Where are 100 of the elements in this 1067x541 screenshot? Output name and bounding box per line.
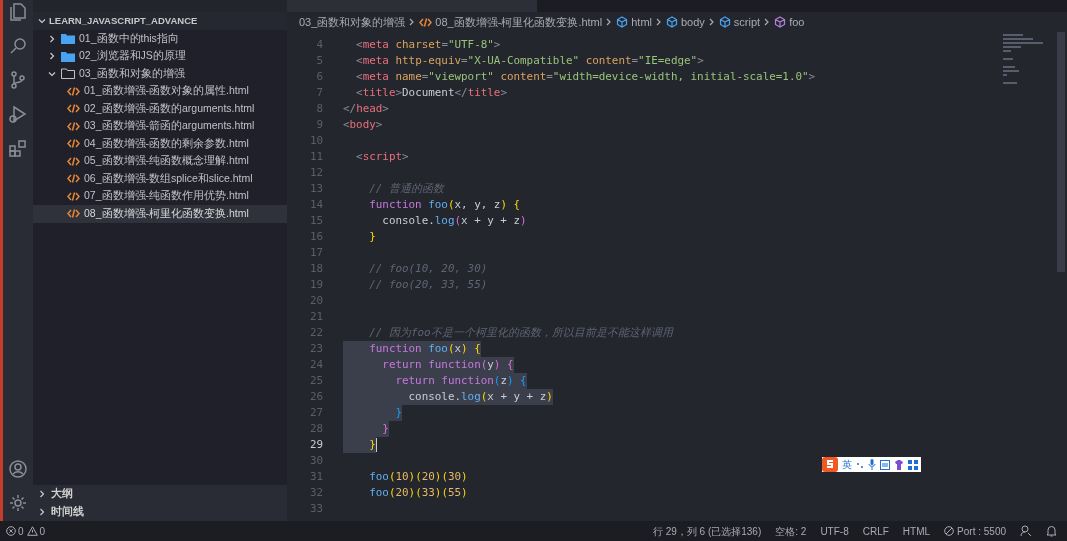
- search-icon[interactable]: [8, 36, 28, 56]
- file-item[interactable]: 02_函数增强-函数的arguments.html: [33, 100, 287, 118]
- cube-icon: [616, 16, 629, 28]
- chevron-right-icon: [707, 17, 716, 27]
- panel-section-header[interactable]: 时间线: [33, 503, 287, 521]
- line-number: 18: [308, 260, 323, 277]
- code-file-icon: [67, 104, 80, 114]
- source-control-icon[interactable]: [8, 70, 28, 90]
- code-file-icon: [67, 174, 80, 184]
- status-item[interactable]: UTF-8: [820, 523, 849, 539]
- line-number: 24: [308, 356, 323, 373]
- file-item[interactable]: 07_函数增强-纯函数作用优势.html: [33, 187, 287, 205]
- cube-icon: [718, 16, 731, 28]
- cube-icon: [774, 16, 787, 28]
- line-number: 33: [308, 500, 323, 517]
- ime-toolbar[interactable]: 英: [822, 457, 921, 472]
- microphone-icon: [868, 459, 876, 470]
- code-file-icon: [67, 191, 80, 201]
- line-number: 19: [308, 276, 323, 293]
- chevron-down-icon: [37, 16, 47, 26]
- line-number: 12: [308, 164, 323, 181]
- keyboard-icon: [880, 459, 890, 470]
- error-icon: [6, 526, 16, 536]
- line-number: 23: [308, 340, 323, 357]
- line-number: 5: [315, 52, 323, 69]
- line-number: 15: [308, 212, 323, 229]
- file-item[interactable]: 03_函数增强-箭函的arguments.html: [33, 117, 287, 135]
- line-number: 13: [308, 180, 323, 197]
- status-item[interactable]: 空格: 2: [775, 523, 807, 539]
- code-file-icon: [67, 121, 80, 131]
- code-file-icon: [67, 209, 80, 219]
- folder-icon: [61, 33, 75, 45]
- scrollbar-thumb[interactable]: [1057, 32, 1065, 272]
- bell-icon[interactable]: [1046, 525, 1057, 537]
- ime-mode-label: 英: [842, 458, 852, 472]
- line-number: 9: [315, 116, 323, 133]
- line-number: 32: [308, 484, 323, 501]
- line-number: 28: [308, 420, 323, 437]
- file-item[interactable]: 06_函数增强-数组splice和slice.html: [33, 170, 287, 188]
- line-number: 14: [308, 196, 323, 213]
- files-icon[interactable]: [8, 2, 28, 22]
- line-number: 22: [308, 324, 323, 341]
- line-number: 27: [308, 404, 323, 421]
- line-number: 16: [308, 228, 323, 245]
- panel-section-header[interactable]: 大纲: [33, 485, 287, 503]
- warning-count[interactable]: 0: [39, 523, 46, 539]
- file-item[interactable]: 05_函数增强-纯函数概念理解.html: [33, 152, 287, 170]
- status-item[interactable]: HTML: [902, 523, 931, 539]
- line-number: 17: [308, 244, 323, 261]
- line-number: 21: [308, 308, 323, 325]
- line-number: 20: [308, 292, 323, 309]
- breadcrumb-item[interactable]: script: [718, 13, 761, 31]
- breadcrumb-item[interactable]: body: [666, 13, 705, 31]
- line-number: 8: [315, 100, 323, 117]
- file-item[interactable]: 01_函数增强-函数对象的属性.html: [33, 82, 287, 100]
- breadcrumb-item[interactable]: 03_函数和对象的增强: [299, 13, 406, 31]
- code-file-icon: [67, 156, 80, 166]
- status-item[interactable]: Port : 5500: [944, 523, 1006, 539]
- account-icon[interactable]: [8, 459, 28, 479]
- cube-icon: [666, 16, 678, 28]
- line-number: 31: [308, 468, 323, 485]
- line-number: 4: [315, 36, 323, 53]
- run-debug-icon[interactable]: [8, 104, 28, 124]
- warning-icon: [26, 526, 38, 536]
- text-cursor: [375, 438, 377, 452]
- line-number: 26: [308, 388, 323, 405]
- folder-icon: [61, 50, 75, 62]
- chevron-right-icon: [47, 51, 57, 62]
- error-count[interactable]: 0: [18, 523, 24, 539]
- folder-item[interactable]: 01_函数中的this指向: [33, 30, 287, 48]
- file-item[interactable]: 04_函数增强-函数的剩余参数.html: [33, 135, 287, 153]
- line-number: 6: [315, 68, 323, 85]
- line-number: 25: [308, 372, 323, 389]
- breadcrumb-item[interactable]: foo: [774, 13, 805, 31]
- code-file-icon: [67, 139, 80, 149]
- line-number: 29: [308, 436, 323, 453]
- blocked-icon: [944, 526, 955, 536]
- explorer-title: LEARN_JAVASCRIPT_ADVANCE: [49, 13, 198, 28]
- extensions-icon[interactable]: [8, 138, 28, 158]
- sogou-logo-icon: [822, 457, 838, 472]
- settings-icon[interactable]: [8, 493, 28, 513]
- file-item[interactable]: 08_函数增强-柯里化函数变换.html: [33, 205, 287, 223]
- breadcrumb-item[interactable]: 08_函数增强-柯里化函数变换.html: [419, 13, 603, 31]
- chevron-right-icon: [655, 17, 663, 27]
- code-file-icon: [67, 86, 80, 96]
- line-number: 30: [308, 452, 323, 469]
- explorer-header[interactable]: LEARN_JAVASCRIPT_ADVANCE: [33, 12, 287, 30]
- shirt-icon: [894, 459, 904, 470]
- folder-item[interactable]: 03_函数和对象的增强: [33, 65, 287, 83]
- status-item[interactable]: 行 29，列 6 (已选择136): [652, 523, 762, 539]
- line-number: 11: [308, 148, 323, 165]
- breadcrumb-item[interactable]: html: [616, 13, 652, 31]
- line-number: 7: [315, 84, 323, 101]
- status-item[interactable]: CRLF: [862, 523, 889, 539]
- folder-item[interactable]: 02_浏览器和JS的原理: [33, 47, 287, 65]
- grid-icon: [908, 459, 918, 470]
- chevron-right-icon: [47, 33, 57, 44]
- code-file-icon: [419, 17, 433, 27]
- feedback-icon[interactable]: [1020, 525, 1032, 537]
- folder-outline-icon: [61, 68, 75, 80]
